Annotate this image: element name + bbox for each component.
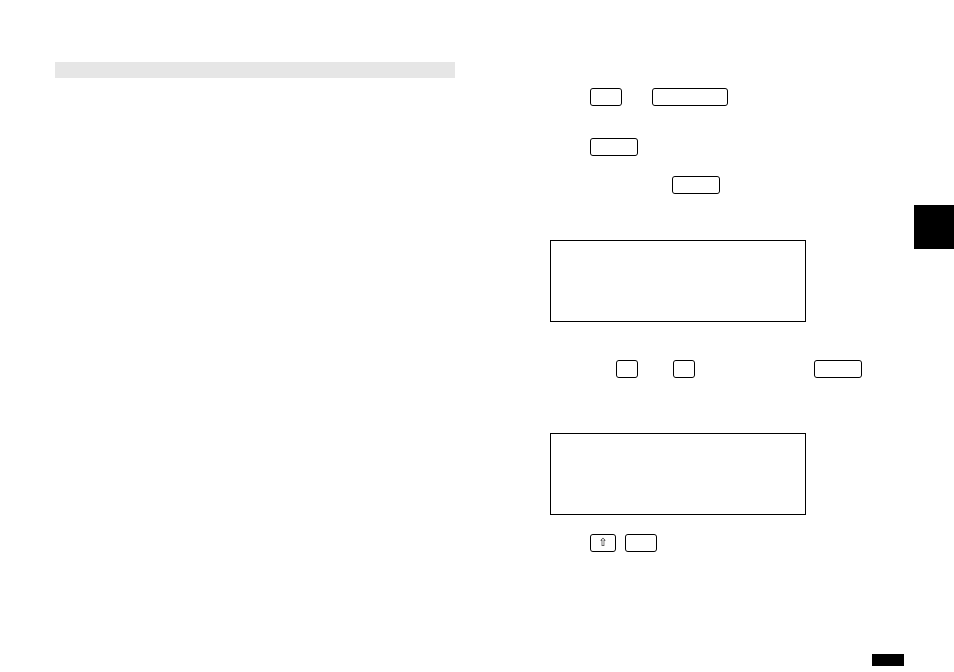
key-r4a: [616, 360, 638, 378]
key-r4c: [814, 360, 862, 378]
lcd-screen-1: [550, 240, 806, 322]
key-r4b: [673, 360, 695, 378]
shift-key-icon: ⇧: [590, 534, 616, 552]
key-r2a: [590, 138, 638, 156]
page-number-block: [872, 654, 904, 666]
document-page: ⇧: [0, 0, 954, 672]
key-r3a: [672, 176, 720, 194]
key-r5a: [625, 534, 657, 552]
key-r1b: [652, 88, 728, 106]
chapter-side-tab: [914, 205, 954, 249]
key-r1a: [590, 88, 622, 106]
section-title-bar: [55, 62, 455, 78]
lcd-screen-2: [550, 433, 806, 515]
